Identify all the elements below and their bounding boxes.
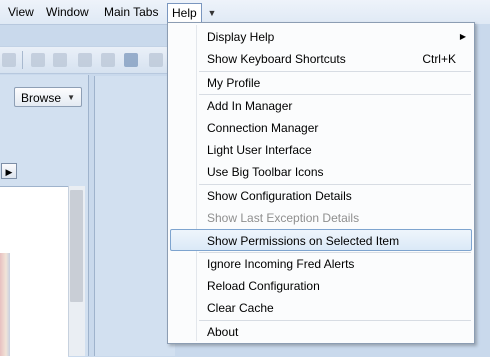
menu-item-label: Display Help xyxy=(207,30,275,44)
menu-item-label: Light User Interface xyxy=(207,143,312,157)
menu-main-tabs[interactable]: Main Tabs xyxy=(100,3,162,21)
binoculars-icon[interactable] xyxy=(31,53,45,67)
menu-item-label: Show Permissions on Selected Item xyxy=(207,234,400,248)
menu-item-label: My Profile xyxy=(207,76,261,90)
right-background xyxy=(476,24,490,356)
toolbar-icon[interactable] xyxy=(2,53,16,67)
menu-item-show-keyboard-shortcuts[interactable]: Show Keyboard Shortcuts Ctrl+K xyxy=(170,48,472,70)
main-panel xyxy=(94,76,175,356)
window-icon[interactable] xyxy=(101,53,115,67)
menu-item-label: Show Keyboard Shortcuts xyxy=(207,52,346,66)
menu-item-label: Ignore Incoming Fred Alerts xyxy=(207,257,355,271)
refresh-icon[interactable] xyxy=(78,53,92,67)
menu-item-display-help[interactable]: Display Help ▶ xyxy=(170,26,472,48)
scrollbar-thumb[interactable] xyxy=(70,190,83,302)
edit-icon[interactable] xyxy=(124,53,138,67)
menu-item-label: Reload Configuration xyxy=(207,279,320,293)
menu-item-label: Clear Cache xyxy=(207,301,274,315)
submenu-arrow-icon: ▶ xyxy=(459,32,466,41)
menu-item-label: About xyxy=(207,325,239,339)
menu-item-light-user-interface[interactable]: Light User Interface xyxy=(170,139,472,161)
menu-view[interactable]: View xyxy=(4,3,38,21)
menu-item-reload-configuration[interactable]: Reload Configuration xyxy=(170,275,472,297)
menu-item-my-profile[interactable]: My Profile xyxy=(170,72,472,94)
menu-item-label: Add In Manager xyxy=(207,99,293,113)
menu-window[interactable]: Window xyxy=(42,3,93,21)
menu-item-use-big-toolbar-icons[interactable]: Use Big Toolbar Icons xyxy=(170,161,472,183)
menu-item-about[interactable]: About xyxy=(170,321,472,343)
vertical-scrollbar[interactable] xyxy=(68,186,85,356)
help-menu-dropdown: Display Help ▶ Show Keyboard Shortcuts C… xyxy=(167,22,475,344)
menu-item-label: Show Configuration Details xyxy=(207,189,352,203)
menu-item-connection-manager[interactable]: Connection Manager xyxy=(170,117,472,139)
document-area xyxy=(0,186,68,357)
document-icon[interactable] xyxy=(149,53,163,67)
menu-help[interactable]: Help xyxy=(167,3,202,23)
menu-item-shortcut: Ctrl+K xyxy=(422,52,456,66)
menu-item-show-last-exception-details: Show Last Exception Details xyxy=(170,207,472,229)
thumbnail-image xyxy=(0,253,10,356)
toolbar-separator xyxy=(22,51,23,69)
menu-item-clear-cache[interactable]: Clear Cache xyxy=(170,297,472,319)
browse-dropdown[interactable]: Browse ▼ xyxy=(14,87,82,107)
menu-item-label: Connection Manager xyxy=(207,121,319,135)
menu-item-label: Use Big Toolbar Icons xyxy=(207,165,324,179)
overflow-chevron-icon[interactable]: ▼ xyxy=(207,7,217,19)
chevron-down-icon: ▼ xyxy=(67,93,75,102)
browse-label: Browse xyxy=(21,91,62,105)
menu-item-add-in-manager[interactable]: Add In Manager xyxy=(170,95,472,117)
play-icon[interactable]: ▶ xyxy=(1,163,17,179)
menu-item-show-configuration-details[interactable]: Show Configuration Details xyxy=(170,185,472,207)
menu-item-show-permissions-on-selected-item[interactable]: Show Permissions on Selected Item xyxy=(170,229,472,251)
globe-icon[interactable] xyxy=(53,53,67,67)
menu-item-label: Show Last Exception Details xyxy=(207,211,360,225)
toolbar xyxy=(0,46,170,74)
menu-item-ignore-incoming-fred-alerts[interactable]: Ignore Incoming Fred Alerts xyxy=(170,253,472,275)
